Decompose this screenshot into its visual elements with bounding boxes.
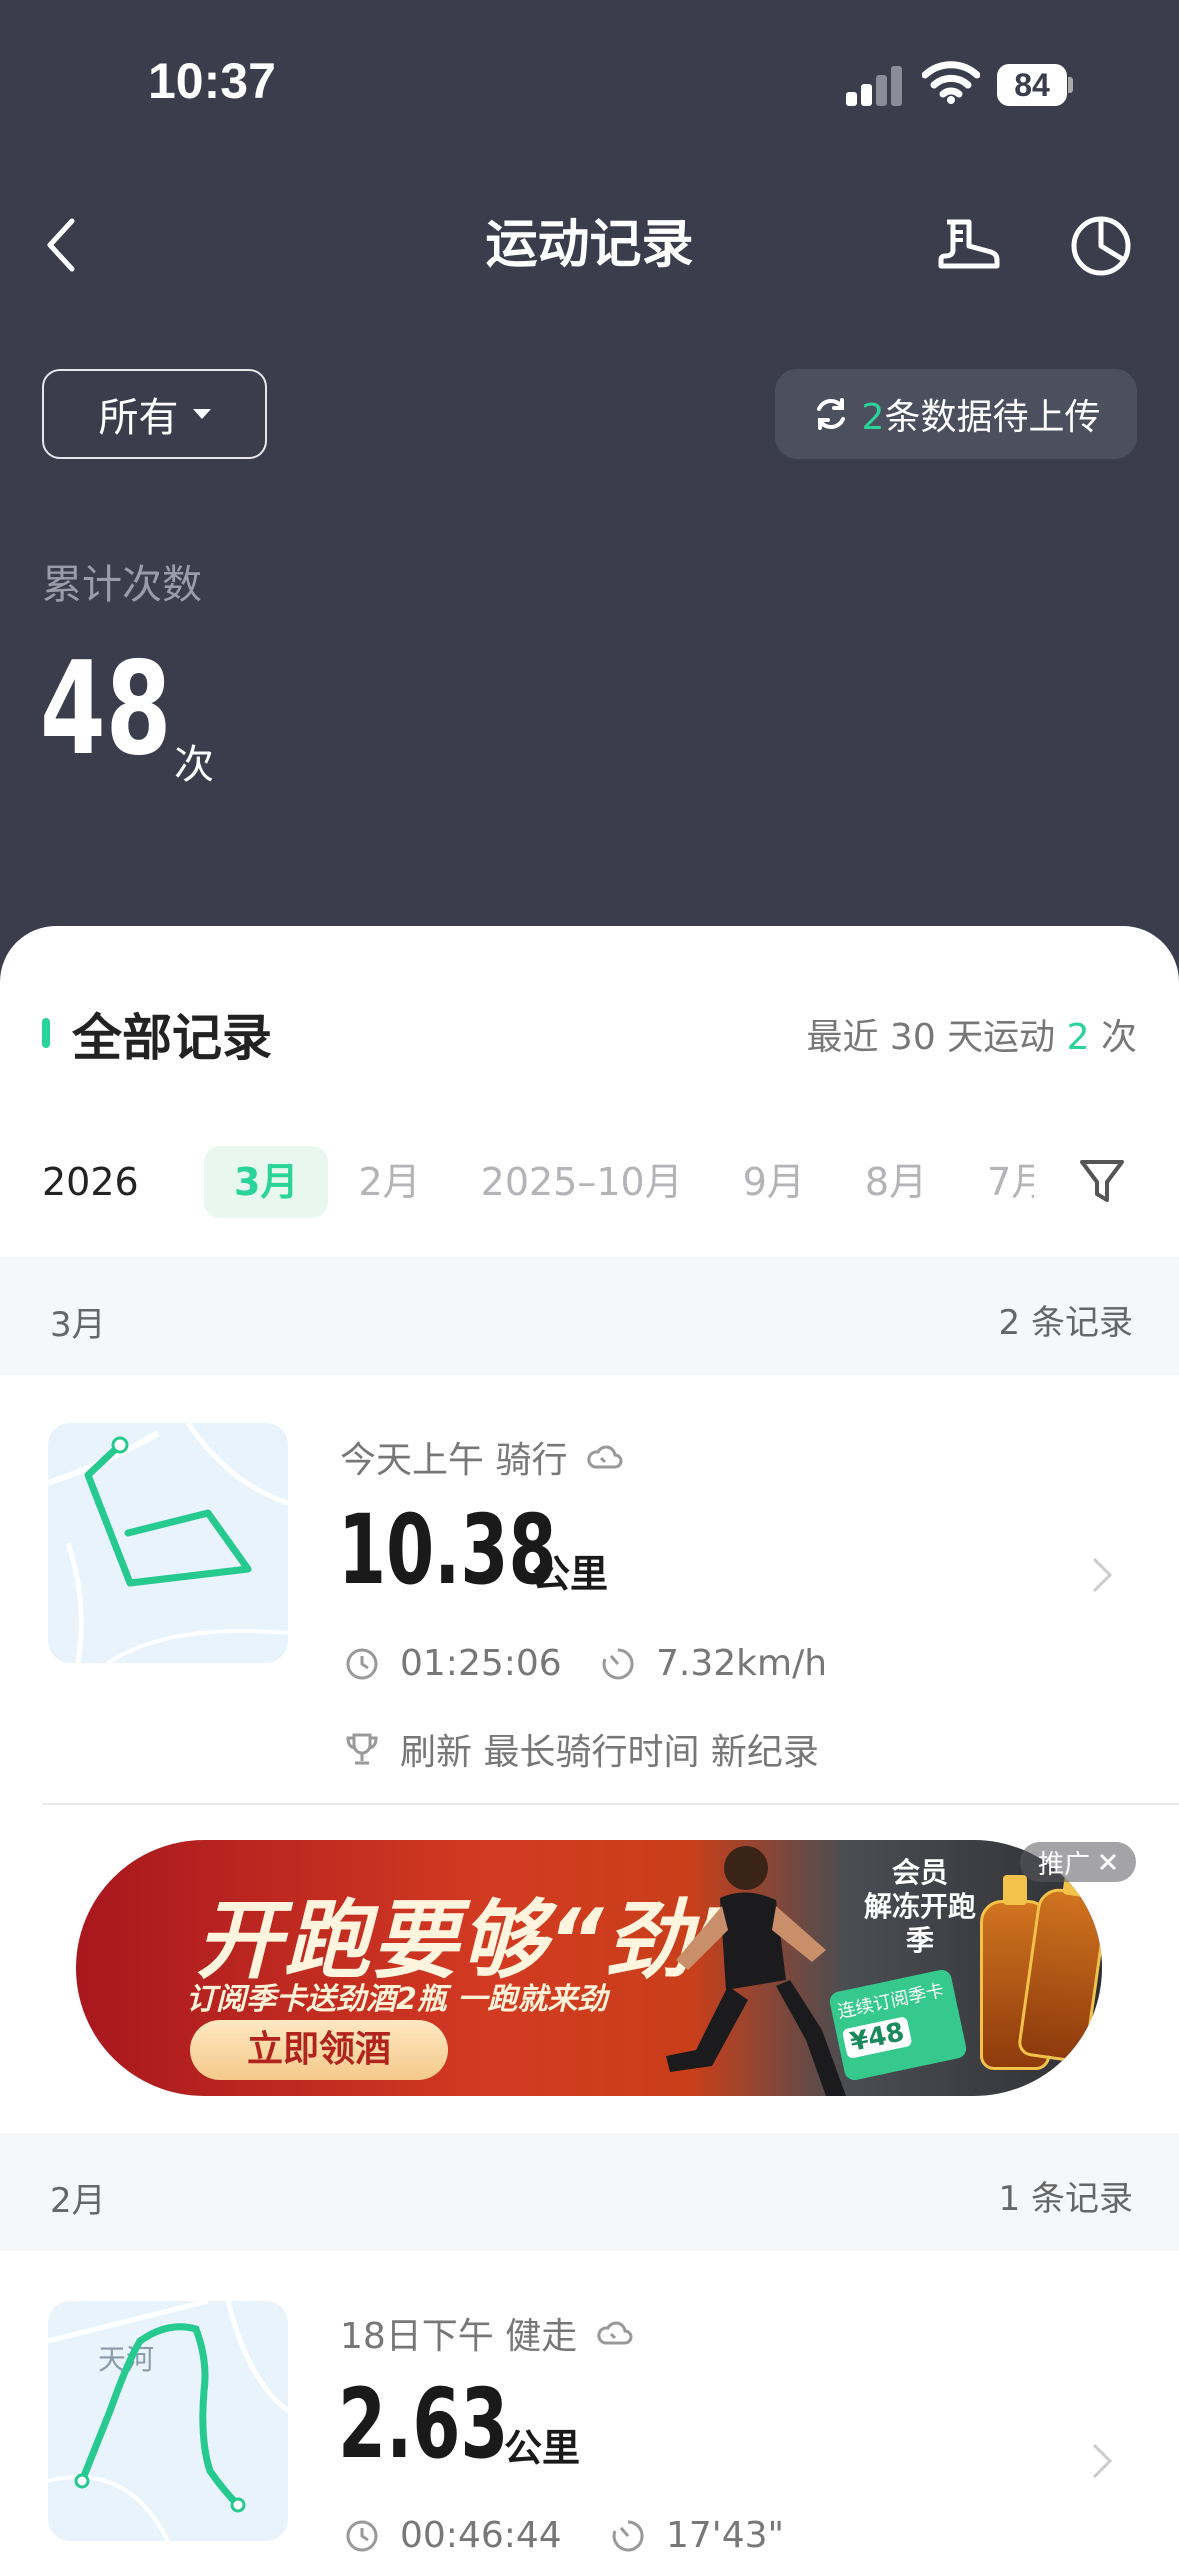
filter-funnel-icon[interactable] — [1078, 1156, 1126, 1206]
group-count: 1 条记录 — [998, 2179, 1133, 2219]
year-label: 2026 — [42, 1160, 139, 1204]
duration-value: 00:46:44 — [400, 2515, 562, 2556]
divider — [42, 1803, 1179, 1805]
achievement-text: 刷新 最长骑行时间 新纪录 — [400, 1732, 819, 1773]
cloud-icon — [587, 1445, 623, 1469]
record-pace: 17'43" — [610, 2515, 784, 2556]
sync-icon — [816, 398, 845, 430]
record-duration: 00:46:44 — [344, 2515, 562, 2556]
status-time: 10:37 — [148, 53, 276, 109]
recent-prefix: 最近 30 天运动 — [806, 1017, 1056, 1058]
pending-upload-button[interactable]: 2条数据待上传 — [775, 369, 1137, 459]
month-tab[interactable]: 7月 — [957, 1146, 1034, 1218]
recent-suffix: 次 — [1100, 1017, 1137, 1058]
runner-illustration — [666, 1846, 846, 2096]
group-count: 2 条记录 — [998, 1303, 1133, 1343]
close-icon[interactable] — [1098, 1852, 1118, 1872]
pace-value: 17'43" — [666, 2515, 785, 2556]
ad-cta-button[interactable]: 立即领酒 — [190, 2020, 448, 2080]
chevron-right-icon — [1092, 2443, 1113, 2479]
month-group-header: 2月 1 条记录 — [0, 2133, 1179, 2251]
ad-card-price: ¥48 — [841, 2016, 913, 2060]
ad-tag[interactable]: 推广 — [1020, 1842, 1136, 1882]
section-accent-bar — [42, 1018, 50, 1048]
cellular-signal-icon — [846, 66, 904, 106]
sport-filter-dropdown[interactable]: 所有 — [42, 369, 267, 459]
wifi-icon — [921, 60, 981, 104]
record-distance: 10.38 — [338, 1494, 557, 1606]
record-achievement: 刷新 最长骑行时间 新纪录 — [344, 1723, 819, 1775]
speed-value: 7.32km/h — [656, 1643, 828, 1684]
record-unit: 公里 — [532, 1552, 609, 1596]
total-count-unit: 次 — [174, 742, 214, 788]
total-count-value: 48 — [40, 635, 172, 784]
shoe-icon[interactable] — [933, 210, 1003, 280]
pending-text: 条数据待上传 — [884, 397, 1101, 438]
clock-icon — [346, 1648, 378, 1679]
clock-icon — [346, 2520, 378, 2551]
battery-icon: 84 — [997, 64, 1073, 106]
record-time-type-text: 18日下午 健走 — [340, 2316, 578, 2357]
group-month: 2月 — [50, 2181, 106, 2221]
record-speed: 7.32km/h — [600, 1643, 827, 1684]
record-time-type: 18日下午 健走 — [340, 2307, 633, 2359]
filter-label: 所有 — [98, 395, 179, 441]
recent-count: 2 — [1066, 1017, 1090, 1058]
record-duration: 01:25:06 — [344, 1643, 562, 1684]
ad-member-line2: 解冻开跑季 — [863, 1890, 976, 1957]
month-tab[interactable]: 9月 — [713, 1146, 835, 1218]
ad-member-text: 会员 解冻开跑季 — [852, 1856, 988, 1958]
record-distance: 2.63 — [338, 2368, 509, 2480]
speed-icon — [602, 1647, 634, 1679]
route-map-thumbnail — [48, 1423, 288, 1663]
record-time-type: 今天上午 骑行 — [340, 1431, 623, 1483]
promo-banner[interactable]: 开跑要够“劲” 订阅季卡送劲酒2瓶 一跑就来劲 立即领酒 会员 解冻开跑季 连续… — [76, 1840, 1102, 2096]
ad-member-line1: 会员 — [891, 1856, 948, 1889]
month-tabs: 3月 2月 2025–10月 9月 8月 7月 — [204, 1146, 1034, 1218]
section-title: 全部记录 — [72, 1009, 272, 1067]
battery-level: 84 — [997, 64, 1067, 106]
pending-count: 2 — [861, 397, 885, 438]
header-panel — [0, 0, 1179, 1000]
chevron-right-icon — [1092, 1557, 1113, 1593]
trophy-icon — [346, 1733, 378, 1765]
month-tab[interactable]: 2月 — [328, 1146, 450, 1218]
speed-icon — [612, 2519, 644, 2551]
duration-value: 01:25:06 — [400, 1643, 562, 1684]
cloud-icon — [597, 2321, 633, 2345]
workout-record[interactable]: 今天上午 骑行 10.38 公里 01:25:06 7.32km/h 刷新 最长… — [0, 1375, 1179, 1803]
total-count-label: 累计次数 — [42, 562, 202, 608]
month-tab[interactable]: 8月 — [835, 1146, 957, 1218]
workout-record[interactable]: 天河 18日下午 健走 2.63 公里 00:46:44 17'43" — [0, 2251, 1179, 2556]
group-month: 3月 — [50, 1305, 106, 1345]
ad-subtitle: 订阅季卡送劲酒2瓶 一跑就来劲 — [186, 1982, 608, 2017]
month-tab[interactable]: 2025–10月 — [451, 1146, 713, 1218]
route-map-thumbnail: 天河 — [48, 2301, 288, 2541]
pie-chart-icon[interactable] — [1066, 210, 1136, 280]
ad-tag-label: 推广 — [1037, 1849, 1090, 1880]
month-tab[interactable]: 3月 — [204, 1146, 329, 1218]
caret-down-icon — [192, 409, 211, 419]
record-unit: 公里 — [504, 2426, 581, 2470]
recent-summary: 最近 30 天运动 2 次 — [806, 1008, 1137, 1060]
record-time-type-text: 今天上午 骑行 — [340, 1440, 568, 1481]
month-group-header: 3月 2 条记录 — [0, 1257, 1179, 1375]
